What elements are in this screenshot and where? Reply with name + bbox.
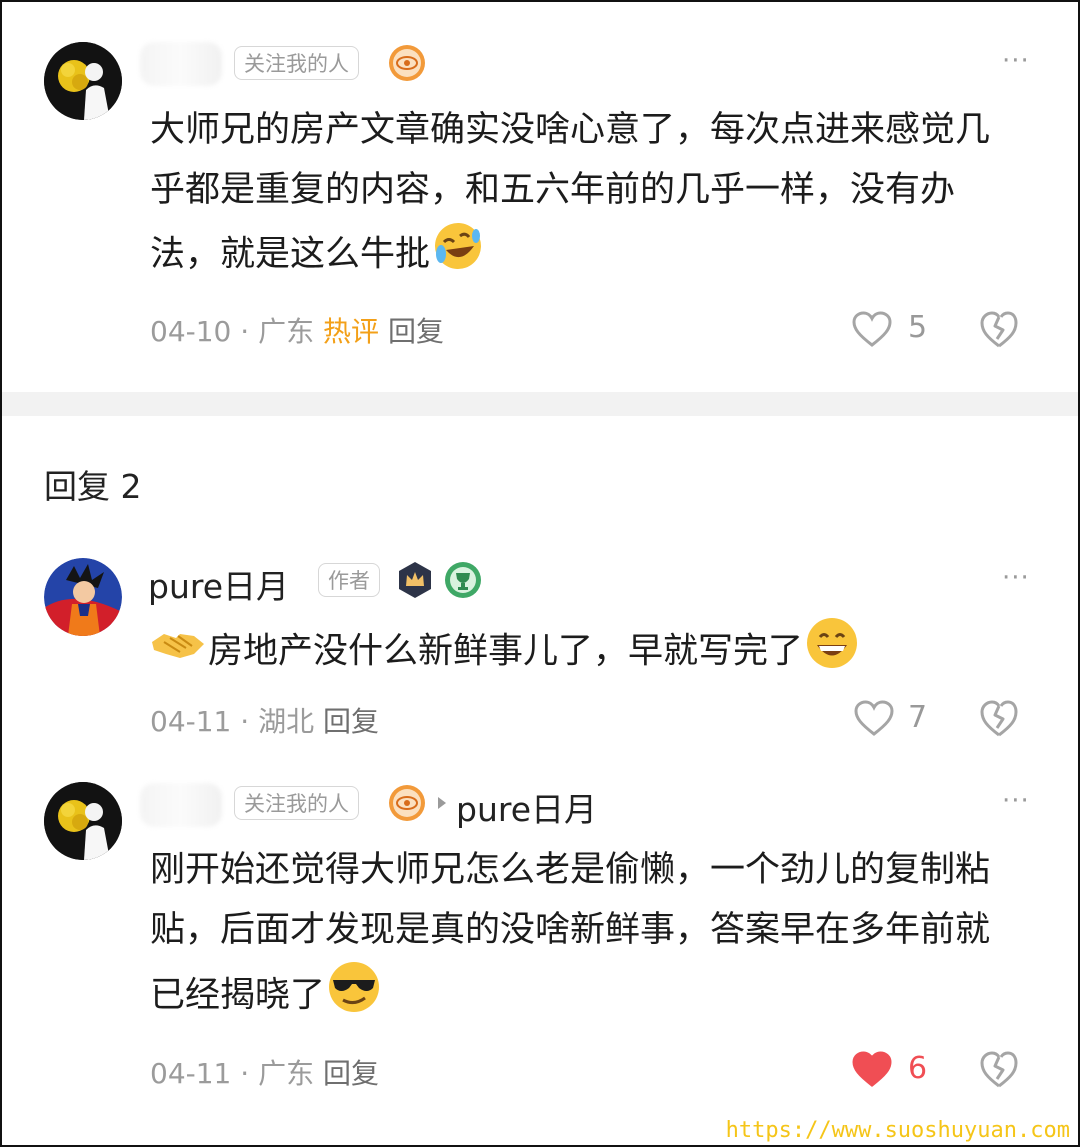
eye-badge-icon: [388, 44, 426, 82]
like-count: 7: [908, 700, 928, 735]
trophy-badge-icon: [444, 561, 482, 599]
blurred-username[interactable]: [140, 42, 222, 86]
broken-heart-icon[interactable]: [978, 308, 1020, 350]
reply-text: 房地产没什么新鲜事儿了，早就写完了: [150, 616, 1020, 689]
comment-date: 04-10: [150, 315, 232, 348]
reply-arrow-icon: [438, 797, 446, 809]
reply-location: 湖北: [258, 705, 315, 738]
comment-body: 大师兄的房产文章确实没啥心意了，每次点进来感觉几乎都是重复的内容，和五六年前的几…: [150, 110, 991, 275]
hot-comment-badge: 热评: [323, 315, 380, 348]
section-divider: [2, 392, 1078, 416]
laughing-crying-emoji-icon: [432, 220, 484, 291]
crown-badge-icon: [396, 561, 434, 599]
comment-text: 大师兄的房产文章确实没啥心意了，每次点进来感觉几乎都是重复的内容，和五六年前的几…: [150, 100, 1020, 291]
reply-button[interactable]: 回复: [323, 1057, 379, 1090]
separator-dot: ·: [240, 1057, 259, 1090]
follower-tag: 关注我的人: [234, 46, 359, 80]
reply-to-name[interactable]: pure日月: [456, 783, 597, 831]
reply-meta: 04-11 · 广东 回复: [150, 1052, 379, 1092]
author-avatar[interactable]: [44, 558, 122, 636]
reply-body: 刚开始还觉得大师兄怎么老是偷懒，一个劲儿的复制粘贴，后面才发现是真的没啥新鲜事，…: [150, 850, 991, 1016]
replies-header: 回复 2: [44, 467, 142, 506]
separator-dot: ·: [240, 705, 259, 738]
reply-meta: 04-11 · 湖北 回复: [150, 700, 379, 740]
more-options-button[interactable]: ···: [1002, 563, 1030, 593]
author-tag: 作者: [318, 563, 380, 597]
reply-text: 刚开始还觉得大师兄怎么老是偷懒，一个劲儿的复制粘贴，后面才发现是真的没啥新鲜事，…: [150, 840, 1020, 1033]
blurred-username[interactable]: [140, 783, 222, 827]
reply-author-name[interactable]: pure日月: [148, 560, 289, 608]
comment-location: 广东: [258, 315, 315, 348]
more-options-button[interactable]: ···: [1002, 46, 1030, 76]
reply-date: 04-11: [150, 705, 232, 738]
grinning-emoji-icon: [805, 616, 859, 689]
watermark: https://www.suoshuyuan.com: [725, 1118, 1070, 1143]
like-count: 5: [908, 310, 928, 345]
reply-location: 广东: [258, 1057, 315, 1090]
avatar[interactable]: [44, 42, 122, 120]
heart-outline-icon[interactable]: [851, 310, 893, 348]
like-count: 6: [908, 1051, 928, 1086]
reply-date: 04-11: [150, 1057, 232, 1090]
follower-tag: 关注我的人: [234, 786, 359, 820]
reply-button[interactable]: 回复: [323, 705, 379, 738]
broken-heart-icon[interactable]: [978, 1048, 1020, 1090]
more-options-button[interactable]: ···: [1002, 786, 1030, 816]
reply-body: 房地产没什么新鲜事儿了，早就写完了: [208, 631, 804, 672]
separator-dot: ·: [240, 315, 259, 348]
handshake-emoji-icon: [150, 623, 206, 683]
reply-button[interactable]: 回复: [388, 315, 444, 348]
heart-filled-icon[interactable]: [851, 1050, 893, 1088]
eye-badge-icon: [388, 784, 426, 822]
avatar[interactable]: [44, 782, 122, 860]
comment-meta: 04-10 · 广东 热评 回复: [150, 310, 444, 350]
broken-heart-icon[interactable]: [978, 697, 1020, 739]
sunglasses-emoji-icon: [327, 960, 381, 1033]
heart-outline-icon[interactable]: [853, 699, 895, 737]
